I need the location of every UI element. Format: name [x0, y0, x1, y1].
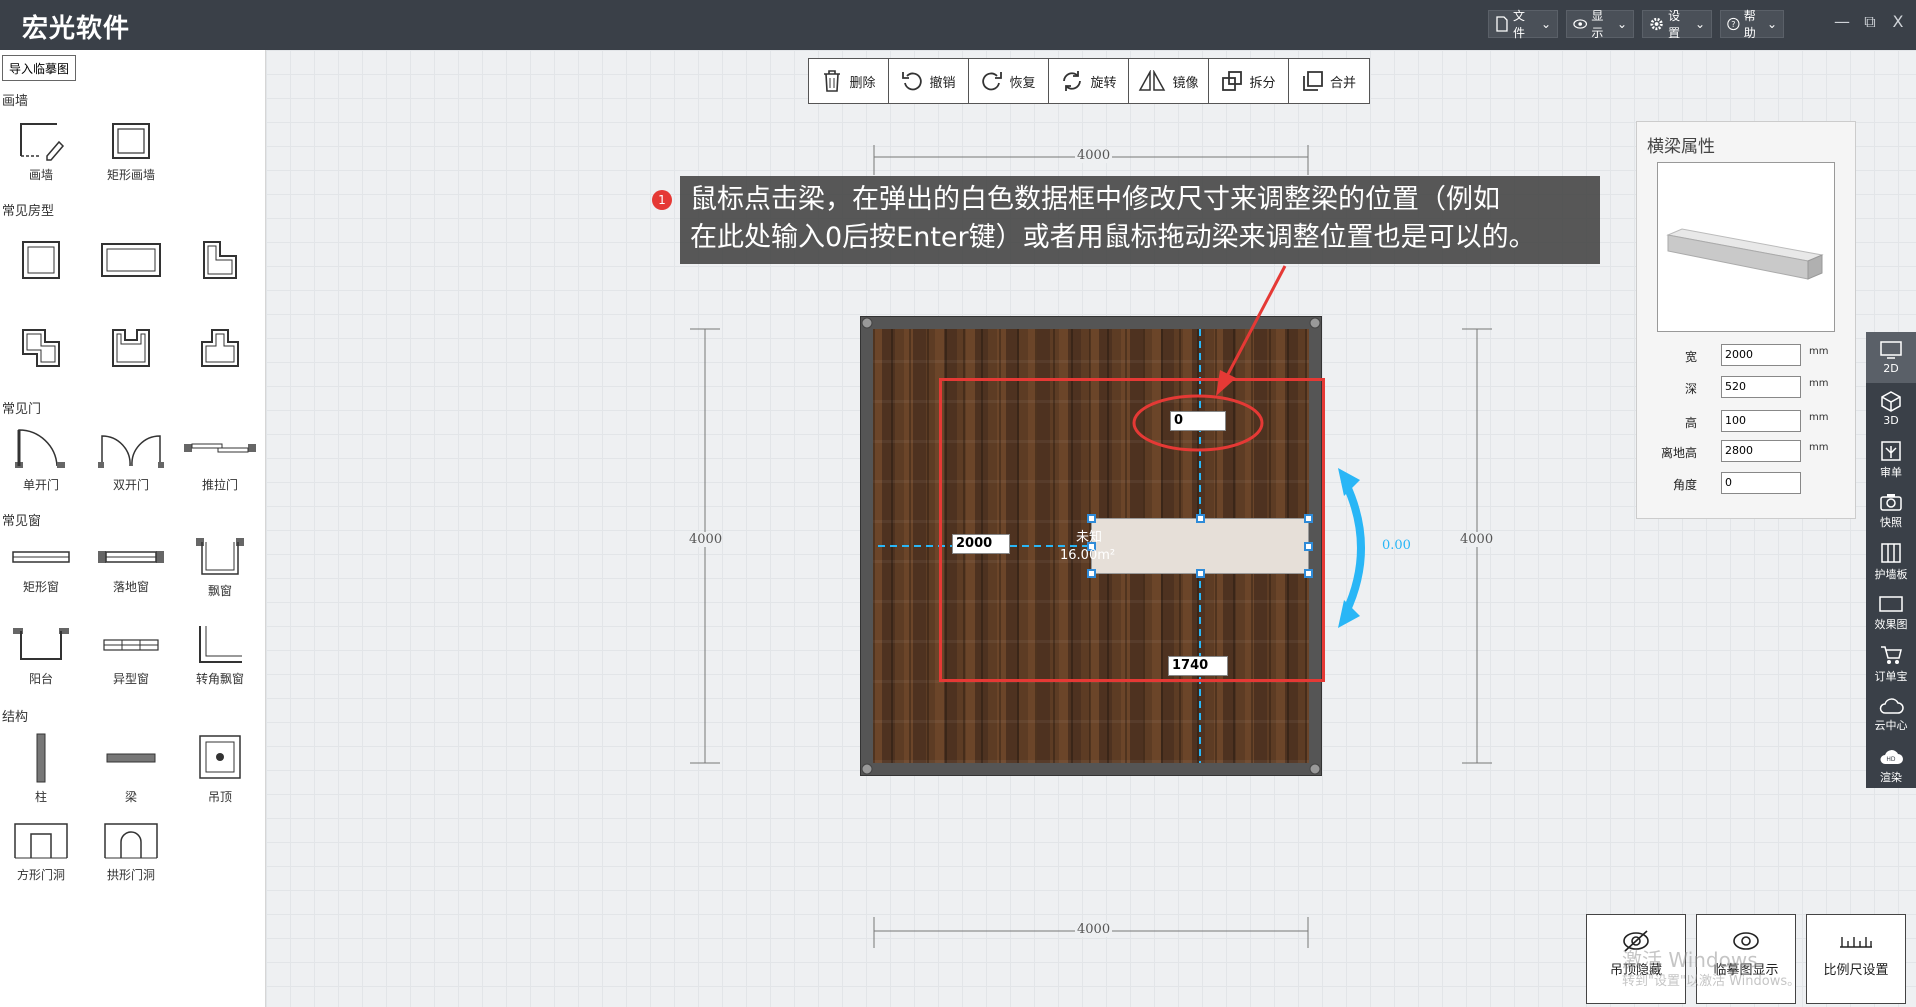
- beam-preview-image: [1666, 228, 1824, 280]
- wall-panel-button[interactable]: 护墙板: [1866, 536, 1916, 587]
- depth-label: 深: [1684, 382, 1697, 396]
- hd-render-icon: HD: [1880, 749, 1903, 764]
- height-label: 高: [1684, 416, 1697, 430]
- cloud-center-button[interactable]: 云中心: [1866, 689, 1916, 740]
- render-image-icon: [1879, 595, 1903, 612]
- snapshot-button[interactable]: 快照: [1866, 485, 1916, 536]
- view-2d-button[interactable]: 2D: [1866, 332, 1916, 383]
- properties-title: 横梁属性: [1647, 137, 1715, 157]
- right-sidebar: 2D 3D 审单 快照 护墙板 效果图 订单宝 云中心 HD 渲染: [1866, 332, 1916, 788]
- sidebar-label: 渲染: [1880, 770, 1902, 784]
- scale-settings-button[interactable]: 比例尺设置: [1806, 914, 1906, 1004]
- order-button[interactable]: 订单宝: [1866, 638, 1916, 689]
- width-unit: mm: [1809, 346, 1829, 357]
- sidebar-label: 3D: [1883, 414, 1899, 427]
- bottom-button-label: 比例尺设置: [1823, 963, 1889, 978]
- rotation-angle-readout: 0.00: [1382, 538, 1411, 553]
- activation-watermark-subtitle: 转到"设置"以激活 Windows。: [1622, 974, 1801, 989]
- activation-watermark-title: 激活 Windows: [1622, 948, 1758, 972]
- ground-height-input[interactable]: 2800: [1721, 440, 1801, 462]
- callout-line-2: 在此处输入0后按Enter键）或者用鼠标拖动梁来调整位置也是可以的。: [690, 222, 1536, 253]
- ground-height-unit: mm: [1809, 442, 1829, 453]
- beam-3d-preview: [1657, 162, 1835, 332]
- view-3d-button[interactable]: 3D: [1866, 383, 1916, 434]
- hd-render-button[interactable]: HD 渲染: [1866, 740, 1916, 791]
- rotate-handle-icon[interactable]: [1336, 468, 1376, 628]
- width-input[interactable]: 2000: [1721, 344, 1801, 366]
- cart-icon: [1881, 645, 1902, 664]
- depth-unit: mm: [1809, 378, 1829, 389]
- depth-input[interactable]: 520: [1721, 376, 1801, 398]
- tutorial-callout: 鼠标点击梁，在弹出的白色数据框中修改尺寸来调整梁的位置（例如 在此处输入0后按E…: [680, 176, 1600, 264]
- ground-height-label: 离地高: [1660, 446, 1697, 460]
- wall-panel-icon: [1881, 542, 1901, 563]
- height-unit: mm: [1809, 412, 1829, 423]
- callout-line-1: 鼠标点击梁，在弹出的白色数据框中修改尺寸来调整梁的位置（例如: [690, 184, 1500, 215]
- ruler-icon: [1840, 937, 1872, 948]
- angle-label: 角度: [1672, 478, 1697, 492]
- callout-arrow: [1216, 265, 1287, 396]
- width-label: 宽: [1684, 350, 1697, 364]
- svg-text:HD: HD: [1886, 756, 1896, 763]
- review-button[interactable]: 审单: [1866, 434, 1916, 485]
- 2d-icon: [1880, 341, 1902, 359]
- sidebar-label: 审单: [1880, 465, 1902, 479]
- beam-properties-panel: 横梁属性 宽 2000 mm 深 520 mm 高 100 mm 离地高 280…: [1636, 121, 1856, 519]
- review-icon: [1881, 440, 1901, 461]
- cloud-icon: [1879, 697, 1904, 714]
- render-image-button[interactable]: 效果图: [1866, 587, 1916, 638]
- camera-icon: [1880, 493, 1902, 511]
- angle-input[interactable]: 0: [1721, 472, 1801, 494]
- sidebar-label: 2D: [1883, 362, 1899, 375]
- sidebar-label: 护墙板: [1874, 567, 1908, 581]
- sidebar-label: 快照: [1880, 515, 1902, 529]
- sidebar-label: 订单宝: [1874, 669, 1908, 683]
- step-badge: 1: [652, 190, 672, 210]
- sidebar-label: 效果图: [1874, 617, 1908, 631]
- sidebar-label: 云中心: [1874, 718, 1908, 732]
- height-input[interactable]: 100: [1721, 410, 1801, 432]
- 3d-icon: [1881, 391, 1901, 412]
